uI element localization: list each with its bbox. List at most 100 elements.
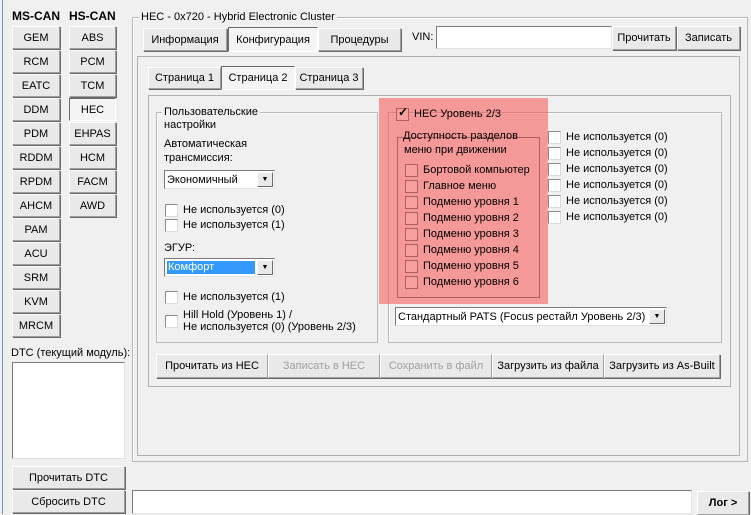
user-settings-title-line1: Пользовательские <box>164 106 258 118</box>
checkbox-label: Не используется (0) <box>566 195 668 207</box>
chevron-down-icon[interactable]: ▼ <box>649 309 665 324</box>
read-from-hec-button[interactable]: Прочитать из HEC <box>156 354 268 378</box>
dtc-list[interactable] <box>12 362 125 459</box>
clear-dtc-button[interactable]: Сбросить DTC <box>12 490 125 513</box>
module-button-abs[interactable]: ABS <box>69 26 116 49</box>
chevron-down-icon[interactable]: ▼ <box>257 260 273 275</box>
sidebar-divider <box>2 0 3 514</box>
vin-read-button[interactable]: Прочитать <box>612 26 676 50</box>
module-button-tcm[interactable]: TCM <box>69 74 116 97</box>
checkbox-box[interactable] <box>548 131 561 144</box>
module-button-kvm[interactable]: KVM <box>12 290 60 313</box>
module-button-acu[interactable]: ACU <box>12 242 60 265</box>
checkbox-label: Не используется (1) <box>183 219 285 231</box>
checkbox-box[interactable] <box>165 219 178 232</box>
checkbox-box[interactable] <box>548 147 561 160</box>
checkbox-box[interactable] <box>405 260 418 273</box>
module-button-rddm[interactable]: RDDM <box>12 146 60 169</box>
tab-page-2[interactable]: Страница 2 <box>221 66 295 90</box>
checkbox-item[interactable]: Подменю уровня 2 <box>405 212 519 225</box>
module-button-pdm[interactable]: PDM <box>12 122 60 145</box>
checkbox-box[interactable]: ✓ <box>396 105 409 121</box>
checkbox-item[interactable]: Подменю уровня 5 <box>405 260 519 273</box>
module-button-awd[interactable]: AWD <box>69 194 116 217</box>
pats-value: Стандартный PATS (Focus рестайл Уровень … <box>398 310 646 323</box>
checkbox-unused-1[interactable]: Не используется (1) <box>165 219 285 232</box>
checkbox-label: Не используется (0) <box>183 204 285 216</box>
checkbox-box[interactable] <box>405 164 418 177</box>
checkbox-item[interactable]: Не используется (0) <box>548 147 668 160</box>
egur-select[interactable]: Комфорт ▼ <box>164 258 275 277</box>
checkbox-box[interactable] <box>548 163 561 176</box>
checkbox-box[interactable] <box>548 195 561 208</box>
checkbox-box[interactable] <box>548 179 561 192</box>
load-from-file-button[interactable]: Загрузить из файла <box>492 354 604 378</box>
checkbox-box[interactable] <box>405 180 418 193</box>
checkbox-item[interactable]: Не используется (0) <box>548 179 668 192</box>
checkbox-item[interactable]: Подменю уровня 4 <box>405 244 519 257</box>
checkbox-item[interactable]: Подменю уровня 3 <box>405 228 519 241</box>
read-dtc-button[interactable]: Прочитать DTC <box>12 466 125 489</box>
write-to-hec-button[interactable]: Записать в HEC <box>268 354 380 378</box>
checkbox-box[interactable] <box>165 204 178 217</box>
checkbox-hec-level[interactable]: ✓ HEC Уровень 2/3 <box>396 105 501 121</box>
user-settings-title-line2: настройки <box>164 119 217 131</box>
checkbox-box[interactable] <box>405 196 418 209</box>
module-button-ehpas[interactable]: EHPAS <box>69 122 116 145</box>
checkbox-item[interactable]: Бортовой компьютер <box>405 164 530 177</box>
module-button-pcm[interactable]: PCM <box>69 50 116 73</box>
tab-page-3[interactable]: Страница 3 <box>295 67 363 89</box>
checkbox-box[interactable] <box>165 314 178 328</box>
log-button[interactable]: Лог > <box>697 491 749 515</box>
module-button-eatc[interactable]: EATC <box>12 74 60 97</box>
at-label-line1: Автоматическая <box>164 138 248 150</box>
module-button-rcm[interactable]: RCM <box>12 50 60 73</box>
module-button-srm[interactable]: SRM <box>12 266 60 289</box>
checkbox-box[interactable] <box>548 211 561 224</box>
checkbox-label: Подменю уровня 4 <box>423 244 519 256</box>
checkbox-item[interactable]: Подменю уровня 1 <box>405 196 519 209</box>
module-button-gem[interactable]: GEM <box>12 26 60 49</box>
module-button-rpdm[interactable]: RPDM <box>12 170 60 193</box>
checkbox-box[interactable] <box>405 228 418 241</box>
chevron-down-icon[interactable]: ▼ <box>257 172 273 187</box>
module-button-hcm[interactable]: HCM <box>69 146 116 169</box>
save-to-file-button[interactable]: Сохранить в файл <box>380 354 492 378</box>
checkbox-hill-hold[interactable]: Hill Hold (Уровень 1) / Не используется … <box>165 309 356 333</box>
module-button-pam[interactable]: PAM <box>12 218 60 241</box>
checkbox-label: Бортовой компьютер <box>423 164 530 176</box>
checkbox-item[interactable]: Подменю уровня 6 <box>405 276 519 289</box>
module-button-mrcm[interactable]: MRCM <box>12 314 60 337</box>
checkbox-item[interactable]: Главное меню <box>405 180 496 193</box>
tab-procedures[interactable]: Процедуры <box>318 28 401 51</box>
checkmark-icon: ✓ <box>398 105 409 119</box>
checkbox-item[interactable]: Не используется (0) <box>548 163 668 176</box>
transmission-select[interactable]: Экономичный ▼ <box>164 170 275 189</box>
checkbox-label: Подменю уровня 6 <box>423 276 519 288</box>
vin-write-button[interactable]: Записать <box>677 26 740 50</box>
at-label-line2: трансмиссия: <box>164 152 233 164</box>
transmission-value: Экономичный <box>167 173 238 186</box>
checkbox-item[interactable]: Не используется (0) <box>548 131 668 144</box>
load-from-asbuilt-button[interactable]: Загрузить из As-Built <box>604 354 720 378</box>
checkbox-unused-0[interactable]: Не используется (0) <box>165 204 285 217</box>
checkbox-item[interactable]: Не используется (0) <box>548 195 668 208</box>
module-button-facm[interactable]: FACM <box>69 170 116 193</box>
vin-input[interactable] <box>436 26 612 49</box>
checkbox-label: Подменю уровня 1 <box>423 196 519 208</box>
pats-select[interactable]: Стандартный PATS (Focus рестайл Уровень … <box>395 307 667 326</box>
log-output[interactable] <box>132 490 692 514</box>
checkbox-item[interactable]: Не используется (0) <box>548 211 668 224</box>
tab-configuration[interactable]: Конфигурация <box>228 27 318 52</box>
checkbox-box[interactable] <box>405 244 418 257</box>
checkbox-box[interactable] <box>165 291 178 304</box>
checkbox-box[interactable] <box>405 212 418 225</box>
tab-page-1[interactable]: Страница 1 <box>148 67 221 89</box>
module-button-ahcm[interactable]: AHCM <box>12 194 60 217</box>
module-button-ddm[interactable]: DDM <box>12 98 60 121</box>
tab-information[interactable]: Информация <box>143 28 227 51</box>
hs-can-header: HS-CAN <box>69 9 116 23</box>
checkbox-box[interactable] <box>405 276 418 289</box>
checkbox-unused-1b[interactable]: Не используется (1) <box>165 291 285 304</box>
module-button-hec[interactable]: HEC <box>69 98 116 121</box>
